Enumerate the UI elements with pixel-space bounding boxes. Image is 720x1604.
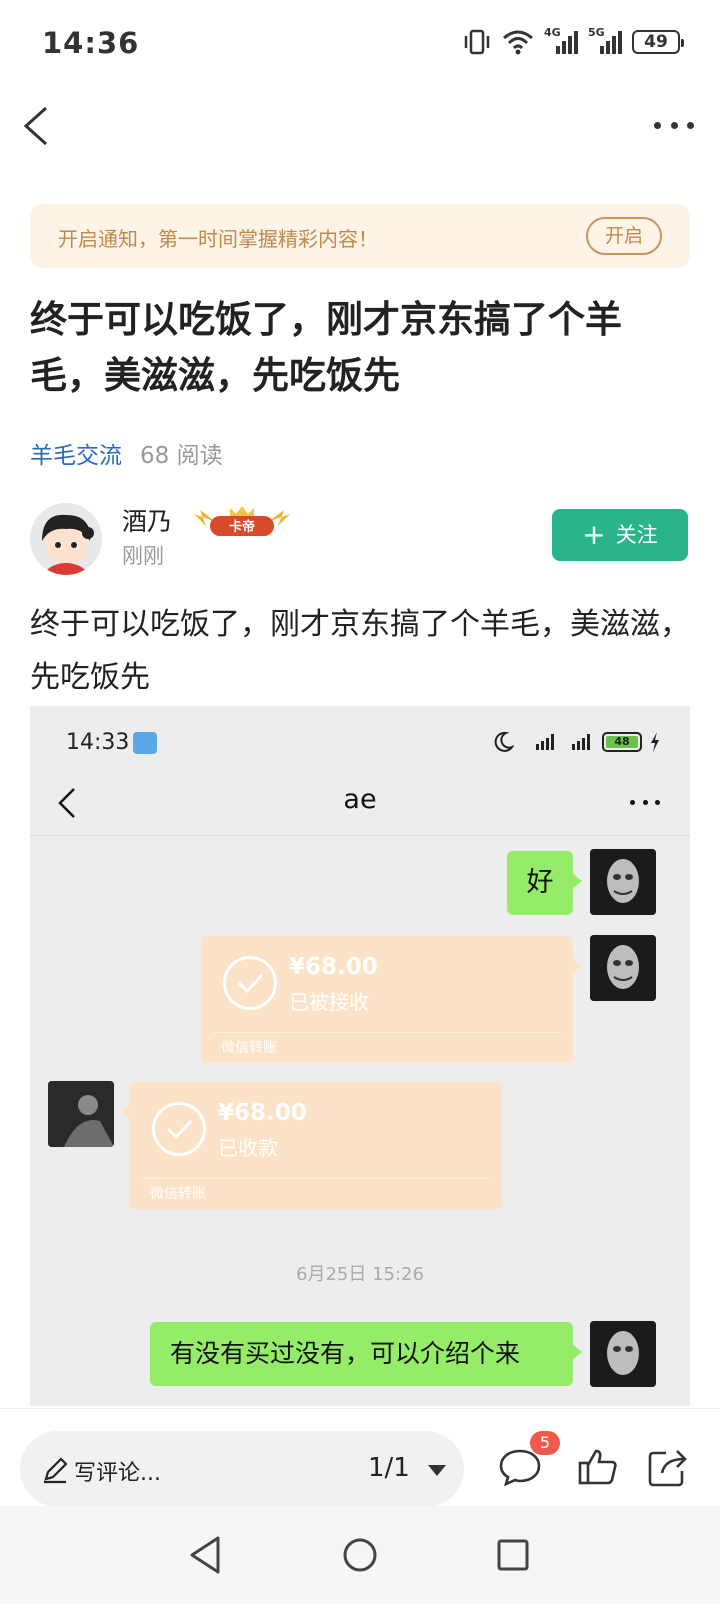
read-count: 68 阅读 (140, 443, 223, 469)
follow-button[interactable]: + 关注 (552, 509, 688, 561)
weather-icon (133, 732, 157, 754)
transfer-label: 微信转账 (221, 1040, 277, 1056)
post-body: 终于可以吃饭了，刚才京东搞了个羊毛，美滋滋，先吃饭先 (30, 607, 690, 695)
comment-placeholder: 写评论... (74, 1461, 161, 1486)
chat-message-right: 有没有买过没有，可以介绍个来 (150, 1322, 582, 1386)
mask-avatar-icon (590, 935, 656, 1001)
transfer-status: 已被接收 (289, 990, 369, 1014)
category-link[interactable]: 羊毛交流 (30, 443, 122, 469)
post-title: 终于可以吃饭了，刚才京东搞了个羊毛，美滋滋，先吃饭先 (30, 298, 622, 397)
charging-icon (651, 732, 659, 752)
system-nav-bar (0, 1506, 720, 1604)
enable-notification-button[interactable]: 开启 (586, 217, 662, 255)
page-indicator[interactable]: 1/1 (368, 1453, 410, 1483)
divider (213, 1032, 561, 1033)
image-status-icons: 48 (492, 731, 660, 753)
chat-header: ae (30, 768, 690, 836)
plus-icon: + (582, 518, 606, 551)
transfer-label: 微信转账 (150, 1186, 206, 1202)
follow-label: 关注 (615, 523, 658, 547)
battery-icon: 49 (632, 30, 684, 54)
wifi-icon (503, 30, 533, 55)
pencil-icon (44, 1457, 68, 1484)
author-avatar[interactable] (30, 503, 102, 575)
chat-title: ae (343, 784, 377, 815)
share-icon[interactable] (646, 1445, 690, 1489)
chat-avatar-mask (590, 935, 656, 1001)
notification-banner: 开启通知，第一时间掌握精彩内容！ 开启 (30, 204, 690, 268)
transfer-status: 已收款 (218, 1136, 278, 1160)
bottom-action-bar: 写评论... 1/1 5 (0, 1408, 720, 1507)
badge-label: 卡帝 (229, 519, 255, 535)
status-icons: 4G 5G 49 (462, 26, 684, 56)
status-bar: 14:36 4G 5G 49 (0, 0, 720, 88)
chat-date-separator: 6月25日 15:26 (296, 1264, 424, 1285)
post-image[interactable]: 14:33 48 ae 好 ¥68.00 已被接收 微信转账 ¥68.00 已收… (30, 706, 690, 1406)
chat-more-icon (630, 800, 660, 806)
signal-5g-icon: 5G (588, 26, 622, 56)
mask-avatar-icon (590, 849, 656, 915)
nav-home-icon[interactable] (335, 1530, 385, 1580)
divider (142, 1178, 490, 1179)
photo-avatar-icon (48, 1081, 114, 1147)
nav-back-icon[interactable] (182, 1530, 232, 1580)
transfer-card-sent: ¥68.00 已被接收 微信转账 (201, 936, 582, 1063)
thumbs-up-icon[interactable] (576, 1445, 620, 1489)
moon-icon (494, 731, 514, 752)
nav-recents-icon[interactable] (488, 1530, 538, 1580)
status-time: 14:36 (42, 26, 140, 60)
nav-bar (0, 96, 720, 156)
transfer-card-received: ¥68.00 已收款 微信转账 (121, 1082, 502, 1209)
page: 14:36 4G 5G 49 开启通知，第一时间掌握精彩内容！ 开启 终于可以吃… (0, 0, 720, 1604)
chat-avatar-other (48, 1081, 114, 1147)
author-name[interactable]: 酒乃 (122, 502, 172, 538)
chat-message-right: 好 (507, 851, 582, 915)
notification-text: 开启通知，第一时间掌握精彩内容！ (58, 227, 378, 251)
check-circle-icon (223, 956, 277, 1010)
chat-avatar-mask (590, 1321, 656, 1387)
post-time: 刚刚 (122, 544, 164, 568)
signal-4g-icon: 4G (544, 26, 578, 56)
caret-down-icon[interactable] (428, 1465, 446, 1476)
transfer-amount: ¥68.00 (289, 954, 378, 980)
more-options-icon[interactable] (654, 110, 694, 140)
image-battery-icon: 48 (602, 732, 642, 752)
back-icon[interactable] (18, 104, 58, 148)
cartoon-avatar-icon (30, 503, 102, 575)
vip-crown-badge-icon: 卡帝 (194, 506, 290, 536)
chat-avatar-mask (590, 849, 656, 915)
vibrate-icon (464, 29, 490, 55)
comment-count-badge: 5 (530, 1431, 560, 1455)
signal-icon (536, 734, 590, 750)
comment-input[interactable]: 写评论... 1/1 (20, 1431, 464, 1507)
image-status-time: 14:33 (66, 730, 130, 755)
mask-avatar-icon (590, 1321, 656, 1387)
post-meta: 羊毛交流 68 阅读 (30, 436, 223, 470)
check-circle-icon (152, 1102, 206, 1156)
transfer-amount: ¥68.00 (218, 1100, 307, 1126)
